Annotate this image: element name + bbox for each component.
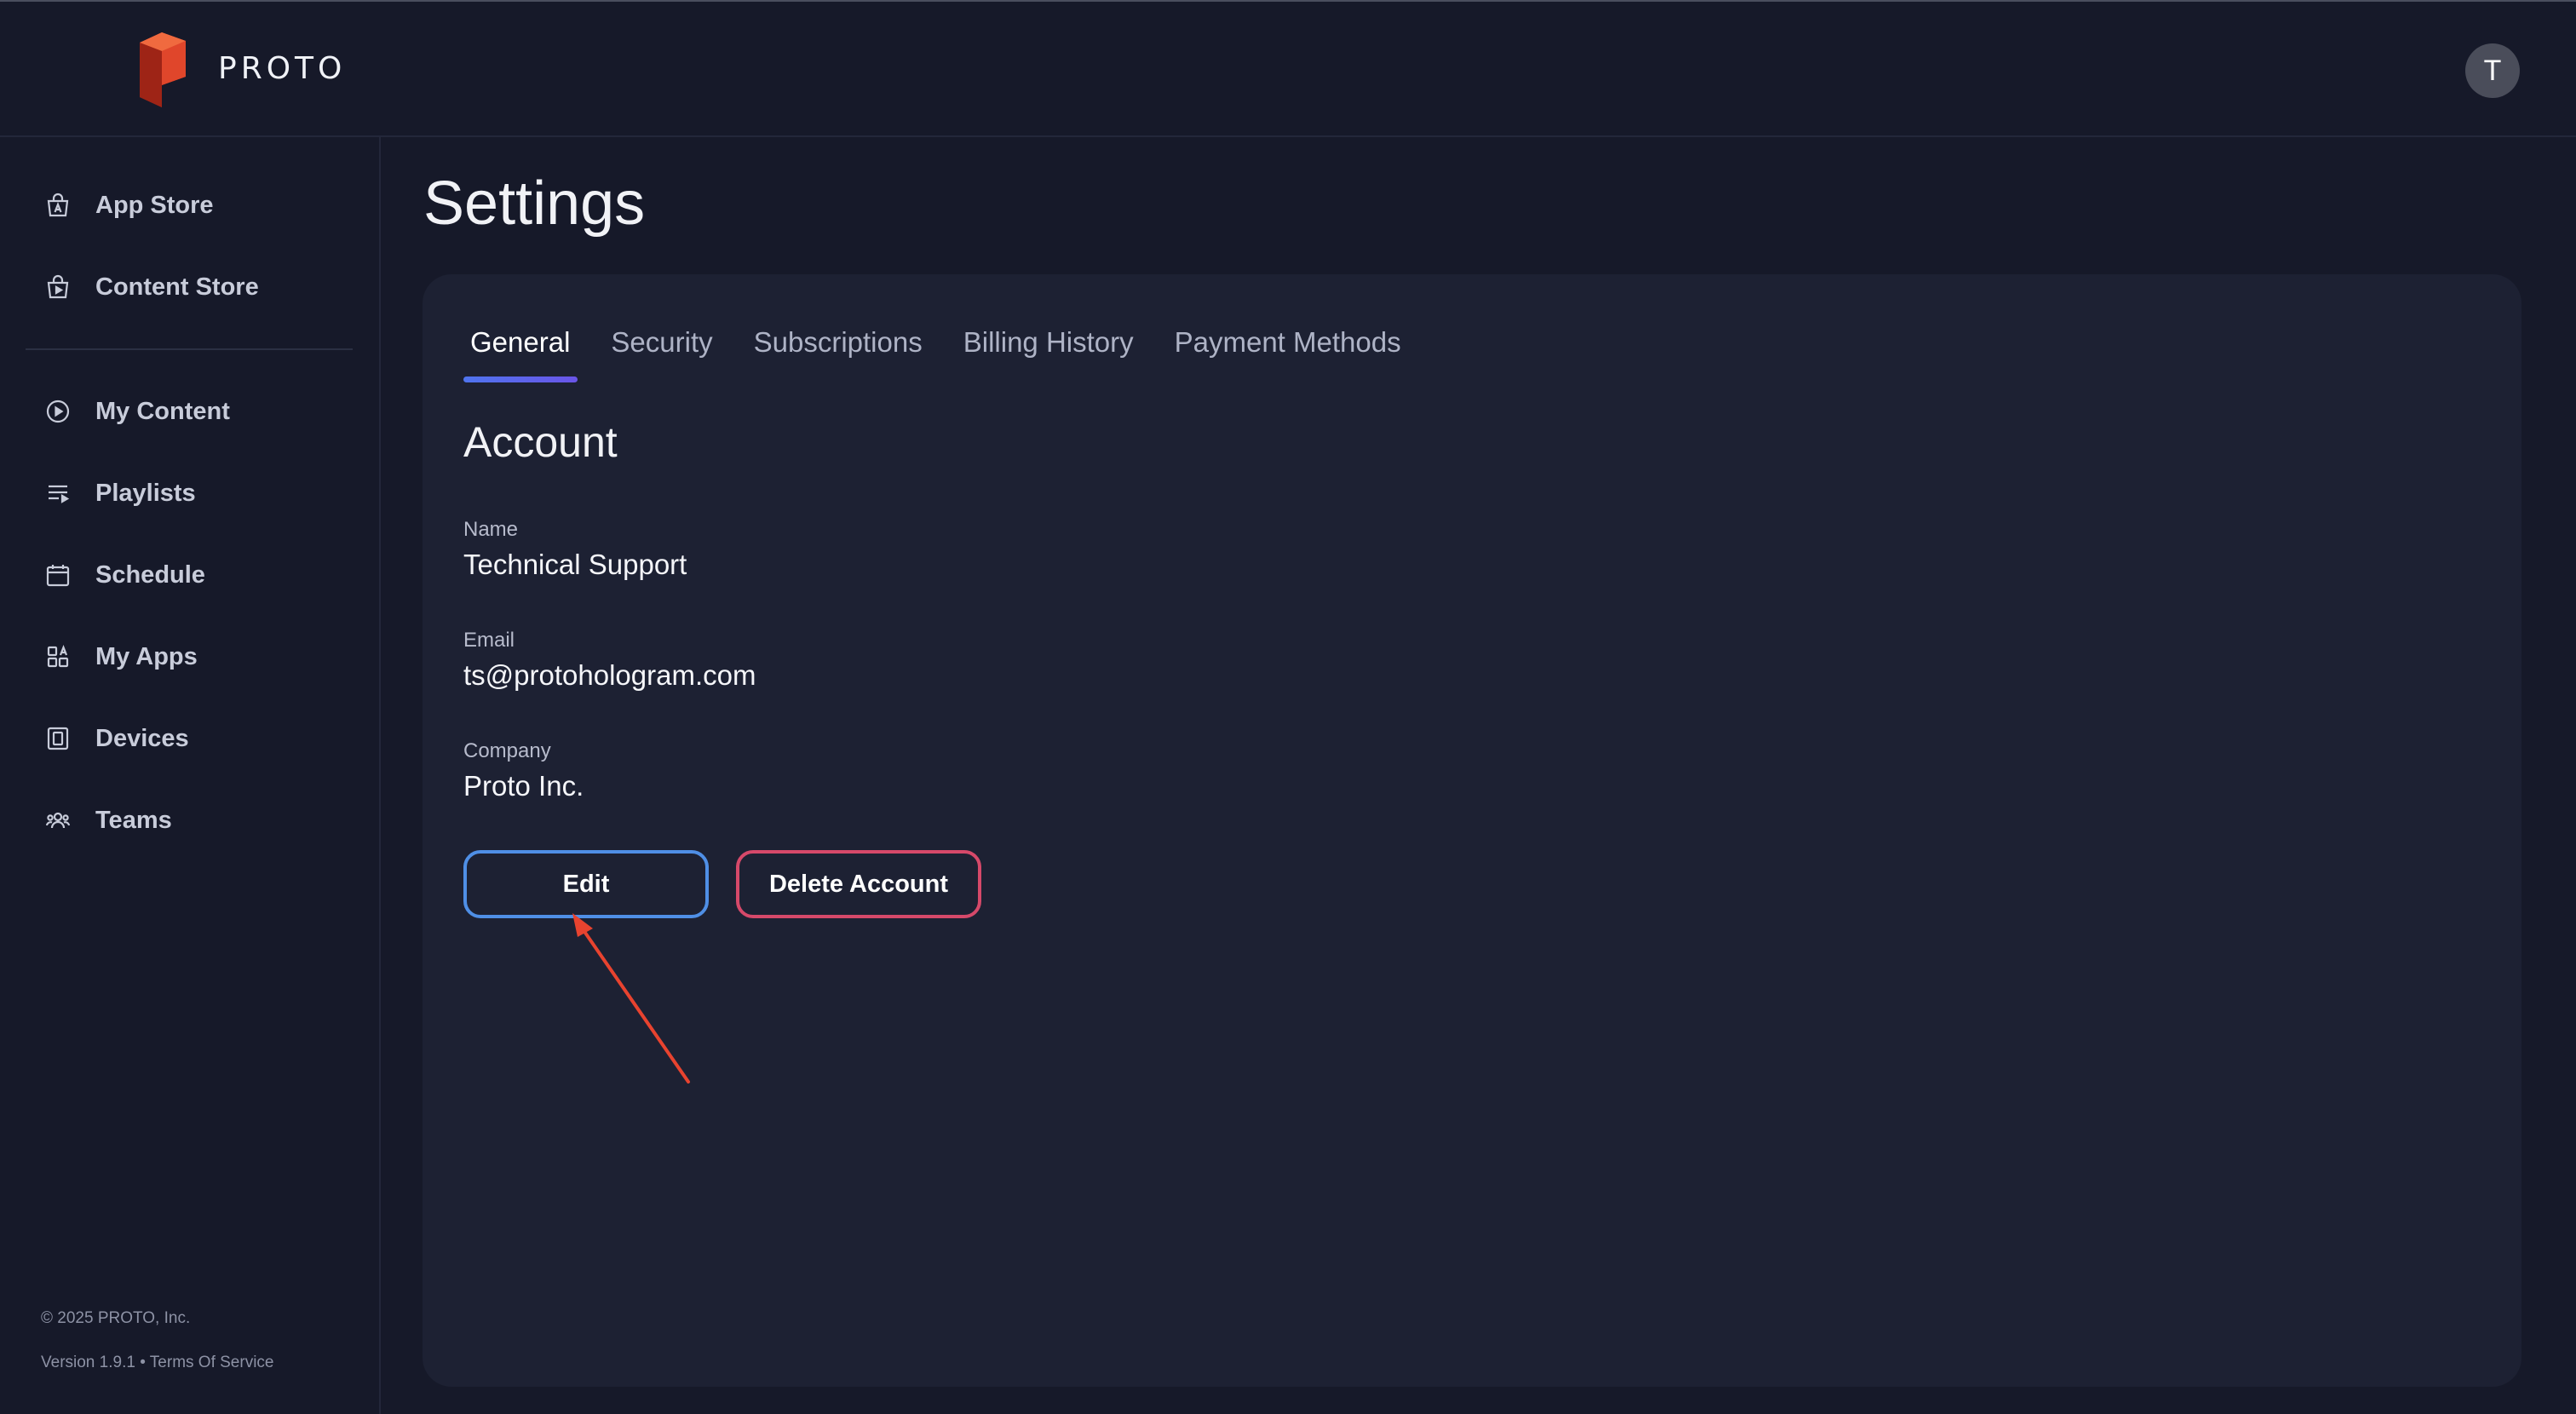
sidebar-item-label: App Store bbox=[95, 191, 214, 219]
sidebar-item-label: Teams bbox=[95, 806, 172, 834]
sidebar-item-label: Playlists bbox=[95, 479, 196, 507]
sidebar-item-my-apps[interactable]: My Apps bbox=[41, 631, 348, 682]
tab-general[interactable]: General bbox=[463, 319, 577, 366]
account-section-title: Account bbox=[463, 418, 618, 466]
top-bar: PROTO T bbox=[0, 0, 2576, 137]
terms-of-service-link[interactable]: Terms Of Service bbox=[150, 1354, 274, 1371]
settings-panel: General Security Subscriptions Billing H… bbox=[423, 274, 2521, 1387]
sidebar-item-label: Schedule bbox=[95, 560, 205, 589]
sidebar-item-schedule[interactable]: Schedule bbox=[41, 549, 348, 601]
company-value: Proto Inc. bbox=[463, 770, 584, 802]
sidebar-item-app-store[interactable]: App Store bbox=[41, 180, 348, 231]
sidebar-item-teams[interactable]: Teams bbox=[41, 795, 348, 846]
settings-tabs: General Security Subscriptions Billing H… bbox=[463, 319, 1435, 366]
team-icon bbox=[41, 803, 75, 837]
sidebar-item-label: My Apps bbox=[95, 642, 198, 670]
version-footer: Version 1.9.1 • Terms Of Service bbox=[41, 1354, 274, 1372]
active-tab-indicator bbox=[463, 376, 578, 382]
sidebar-item-label: My Content bbox=[95, 397, 230, 425]
tab-payment-methods[interactable]: Payment Methods bbox=[1168, 319, 1408, 366]
name-label: Name bbox=[463, 518, 519, 541]
user-avatar[interactable]: T bbox=[2465, 43, 2520, 98]
sidebar: App Store Content Store My Content Playl… bbox=[0, 137, 381, 1414]
copyright-text: © 2025 PROTO, Inc. bbox=[41, 1309, 191, 1327]
playlist-icon bbox=[41, 476, 75, 510]
tab-subscriptions[interactable]: Subscriptions bbox=[747, 319, 929, 366]
tab-billing-history[interactable]: Billing History bbox=[957, 319, 1141, 366]
sidebar-item-label: Devices bbox=[95, 724, 189, 752]
page-title: Settings bbox=[423, 170, 646, 238]
sidebar-item-devices[interactable]: Devices bbox=[41, 713, 348, 764]
logo-text: PROTO bbox=[218, 51, 347, 86]
footer-separator: • bbox=[140, 1354, 146, 1371]
company-label: Company bbox=[463, 739, 551, 762]
annotation-arrow-icon bbox=[572, 913, 690, 1083]
proto-logo-icon[interactable] bbox=[135, 32, 191, 107]
delete-account-button[interactable]: Delete Account bbox=[736, 850, 981, 918]
sidebar-item-content-store[interactable]: Content Store bbox=[41, 262, 348, 313]
shopping-bag-a-icon bbox=[41, 188, 75, 222]
calendar-icon bbox=[41, 558, 75, 592]
shopping-bag-play-icon bbox=[41, 270, 75, 304]
name-value: Technical Support bbox=[463, 549, 687, 580]
sidebar-item-my-content[interactable]: My Content bbox=[41, 386, 348, 437]
tab-security[interactable]: Security bbox=[604, 319, 719, 366]
email-value: ts@protohologram.com bbox=[463, 659, 756, 691]
play-circle-icon bbox=[41, 394, 75, 428]
device-icon bbox=[41, 721, 75, 756]
sidebar-item-playlists[interactable]: Playlists bbox=[41, 468, 348, 519]
version-text: Version 1.9.1 bbox=[41, 1354, 135, 1371]
apps-grid-icon bbox=[41, 640, 75, 674]
sidebar-item-label: Content Store bbox=[95, 273, 259, 301]
email-label: Email bbox=[463, 629, 515, 652]
sidebar-divider bbox=[26, 348, 353, 350]
